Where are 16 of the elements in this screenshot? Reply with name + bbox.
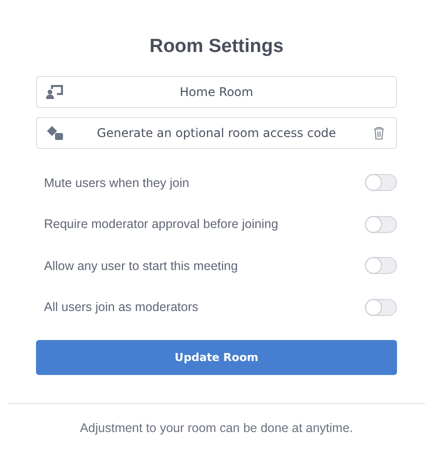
- access-code-field[interactable]: Generate an optional room access code: [36, 117, 397, 149]
- setting-label: All users join as moderators: [44, 300, 198, 314]
- toggle-switch[interactable]: [365, 216, 397, 233]
- dice-icon: [46, 125, 64, 141]
- setting-label: Mute users when they join: [44, 176, 190, 190]
- toggle-switch[interactable]: [365, 174, 397, 192]
- room-name-field[interactable]: Home Room: [36, 76, 397, 108]
- setting-label: Require moderator approval before joining: [44, 217, 278, 232]
- update-room-button[interactable]: Update Room: [36, 340, 397, 375]
- setting-label: Allow any user to start this meeting: [44, 258, 238, 273]
- dialog-title: Room Settings: [148, 36, 285, 58]
- footer-note: Adjustment to your room can be done at anytime.: [78, 421, 354, 435]
- delete-icon[interactable]: [373, 126, 385, 140]
- toggle-switch[interactable]: [365, 257, 397, 274]
- presenter-screen-icon: [46, 84, 64, 100]
- toggle-switch[interactable]: [365, 298, 397, 316]
